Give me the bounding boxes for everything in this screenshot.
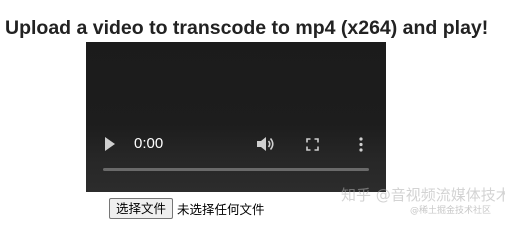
file-status-text: 未选择任何文件: [177, 201, 265, 217]
video-controls: 0:00: [86, 42, 386, 192]
more-options-icon[interactable]: [359, 137, 363, 152]
progress-bar[interactable]: [103, 168, 369, 171]
current-time-display: 0:00: [134, 135, 164, 152]
volume-icon[interactable]: [257, 136, 275, 152]
play-icon[interactable]: [105, 137, 115, 151]
choose-file-button[interactable]: 选择文件: [109, 197, 174, 219]
video-player[interactable]: 0:00: [86, 42, 386, 192]
fullscreen-icon[interactable]: [306, 138, 319, 151]
file-input: 选择文件 未选择任何文件: [109, 197, 265, 219]
watermark-sub-text: @稀土掘金技术社区: [409, 206, 491, 216]
page-title: Upload a video to transcode to mp4 (x264…: [5, 17, 489, 39]
